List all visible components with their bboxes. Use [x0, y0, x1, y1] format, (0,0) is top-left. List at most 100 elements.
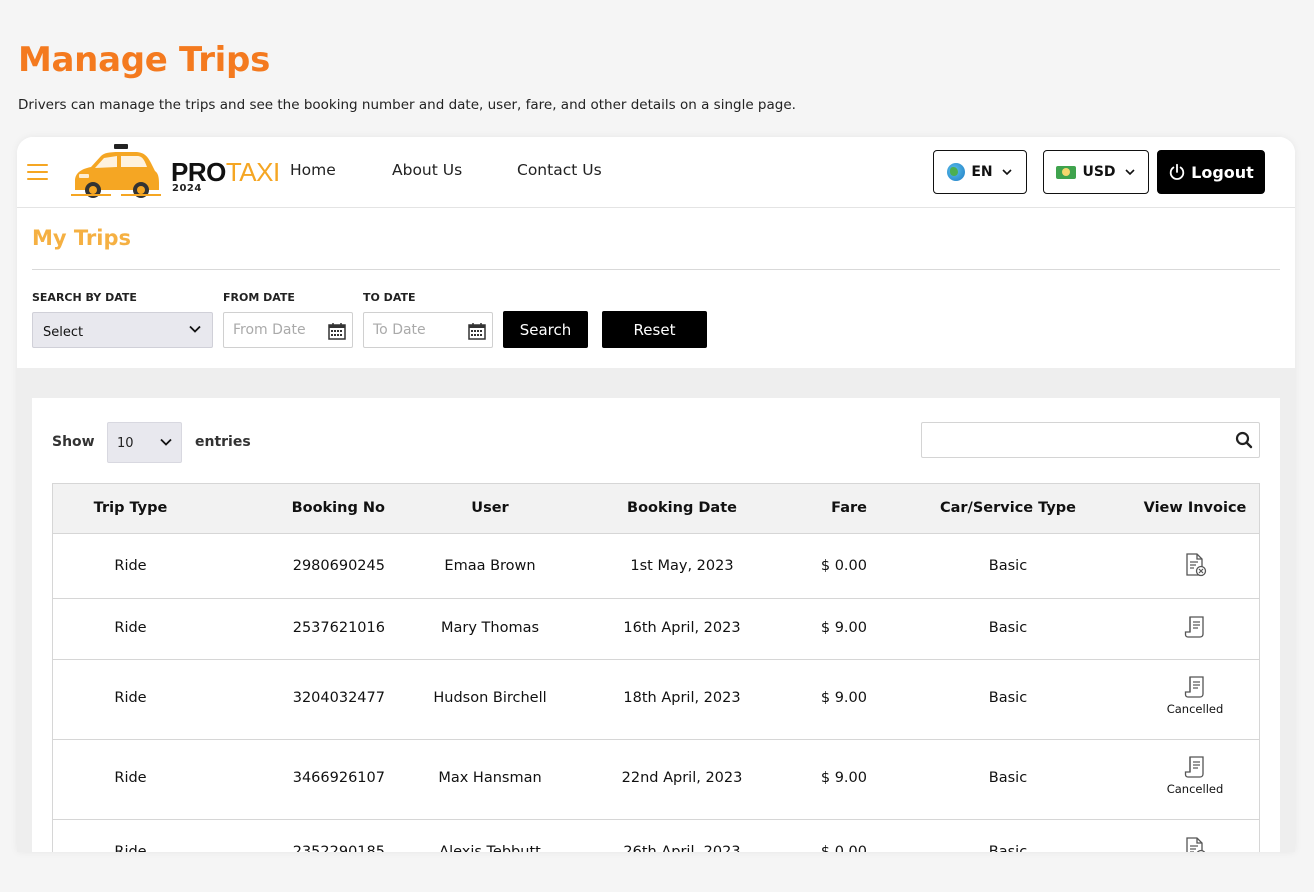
service-type: Basic — [988, 620, 1028, 636]
table-row: Ride 2980690245 Emaa Brown 1st May, 2023… — [53, 534, 1259, 599]
trip-type: Ride — [114, 844, 147, 852]
cash-icon — [1056, 165, 1077, 179]
fare: $ 0.00 — [820, 844, 867, 852]
table-row: Ride 2537621016 Mary Thomas 16th April, … — [53, 599, 1259, 660]
power-icon — [1169, 163, 1185, 180]
invoice-cancel-icon[interactable] — [1182, 836, 1208, 852]
calendar-icon[interactable] — [467, 321, 487, 341]
column-header-trip-type[interactable]: Trip Type — [53, 500, 208, 516]
service-type: Basic — [988, 558, 1028, 574]
column-header-view-invoice[interactable]: View Invoice — [1121, 500, 1269, 516]
currency-value: USD — [1082, 164, 1116, 180]
column-header-booking-no[interactable]: Booking No — [233, 500, 385, 516]
receipt-icon[interactable] — [1182, 674, 1208, 700]
column-header-booking-date[interactable]: Booking Date — [583, 500, 781, 516]
booking-no: 3204032477 — [292, 690, 385, 706]
search-button[interactable]: Search — [503, 311, 588, 348]
from-date-input[interactable]: From Date — [223, 312, 353, 348]
service-type: Basic — [988, 770, 1028, 786]
chevron-down-icon — [1124, 169, 1135, 176]
invoice-cell: Cancelled — [1121, 674, 1269, 716]
booking-date: 1st May, 2023 — [630, 558, 734, 574]
invoice-cell: Cancelled — [1121, 754, 1269, 796]
column-header-car-service-type[interactable]: Car/Service Type — [913, 500, 1103, 516]
booking-date: 16th April, 2023 — [623, 620, 741, 636]
user: Alexis Tebbutt — [439, 844, 541, 852]
entries-label: entries — [195, 434, 251, 450]
booking-date: 26th April, 2023 — [623, 844, 741, 852]
entries-select[interactable]: 10 — [107, 422, 182, 463]
hamburger-menu-icon[interactable] — [27, 164, 48, 180]
invoice-cell — [1121, 552, 1269, 580]
trips-table-card: Show 10 entries Trip Type Booking No Use… — [32, 398, 1280, 852]
booking-no: 2980690245 — [292, 558, 385, 574]
trip-type: Ride — [114, 620, 147, 636]
invoice-cell — [1121, 836, 1269, 852]
user: Emaa Brown — [444, 558, 536, 574]
globe-icon — [947, 163, 966, 181]
logout-button[interactable]: Logout — [1157, 150, 1265, 194]
entries-value: 10 — [117, 436, 134, 451]
page-title: Manage Trips — [18, 40, 271, 80]
booking-no: 2352290185 — [292, 844, 385, 852]
fare: $ 9.00 — [820, 620, 867, 636]
invoice-cell — [1121, 614, 1269, 642]
table-row: Ride 3466926107 Max Hansman 22nd April, … — [53, 740, 1259, 820]
top-navbar: PROTAXI 2024 Home About Us Contact Us EN… — [17, 137, 1295, 208]
column-header-user[interactable]: User — [401, 500, 579, 516]
show-label: Show — [52, 434, 95, 450]
trips-table: Trip Type Booking No User Booking Date F… — [52, 483, 1260, 852]
nav-home[interactable]: Home — [290, 161, 336, 179]
nav-about-us[interactable]: About Us — [392, 161, 462, 179]
service-type: Basic — [988, 844, 1028, 852]
chevron-down-icon — [189, 325, 201, 333]
user: Max Hansman — [438, 770, 542, 786]
booking-date: 22nd April, 2023 — [621, 770, 743, 786]
table-search-input[interactable] — [921, 422, 1260, 458]
trip-type: Ride — [114, 558, 147, 574]
trip-type: Ride — [114, 690, 147, 706]
to-date-label: TO DATE — [363, 291, 416, 304]
fare: $ 9.00 — [820, 690, 867, 706]
search-by-date-select[interactable]: Select — [32, 312, 213, 348]
language-value: EN — [971, 164, 993, 180]
receipt-icon[interactable] — [1182, 754, 1208, 780]
to-date-input[interactable]: To Date — [363, 312, 493, 348]
invoice-status: Cancelled — [1166, 702, 1224, 716]
from-date-label: FROM DATE — [223, 291, 295, 304]
page-description: Drivers can manage the trips and see the… — [18, 97, 796, 113]
search-icon[interactable] — [1235, 431, 1253, 449]
section-title: My Trips — [32, 226, 132, 250]
search-by-date-value: Select — [43, 325, 84, 340]
booking-no: 3466926107 — [292, 770, 385, 786]
app-frame: PROTAXI 2024 Home About Us Contact Us EN… — [17, 137, 1295, 852]
search-by-date-label: SEARCH BY DATE — [32, 291, 137, 304]
trip-type: Ride — [114, 770, 147, 786]
table-row: Ride 2352290185 Alexis Tebbutt 26th Apri… — [53, 820, 1259, 852]
taxi-car-icon — [71, 144, 161, 198]
from-date-placeholder: From Date — [233, 322, 306, 338]
service-type: Basic — [988, 690, 1028, 706]
reset-button[interactable]: Reset — [602, 311, 707, 348]
column-header-fare[interactable]: Fare — [793, 500, 867, 516]
logout-label: Logout — [1191, 162, 1254, 182]
table-row: Ride 3204032477 Hudson Birchell 18th Apr… — [53, 660, 1259, 740]
logo-year: 2024 — [172, 183, 202, 194]
receipt-icon[interactable] — [1182, 614, 1208, 640]
divider — [32, 269, 1280, 270]
protaxi-logo[interactable]: PROTAXI 2024 — [71, 143, 280, 203]
calendar-icon[interactable] — [327, 321, 347, 341]
booking-date: 18th April, 2023 — [623, 690, 741, 706]
language-selector[interactable]: EN — [933, 150, 1027, 194]
nav-contact-us[interactable]: Contact Us — [517, 161, 602, 179]
booking-no: 2537621016 — [292, 620, 385, 636]
fare: $ 9.00 — [820, 770, 867, 786]
fare: $ 0.00 — [820, 558, 867, 574]
currency-selector[interactable]: USD — [1043, 150, 1149, 194]
table-header: Trip Type Booking No User Booking Date F… — [53, 484, 1259, 534]
chevron-down-icon — [1002, 169, 1012, 176]
invoice-cancel-icon[interactable] — [1182, 552, 1208, 578]
chevron-down-icon — [160, 438, 172, 446]
user: Mary Thomas — [440, 620, 540, 636]
to-date-placeholder: To Date — [373, 322, 426, 338]
